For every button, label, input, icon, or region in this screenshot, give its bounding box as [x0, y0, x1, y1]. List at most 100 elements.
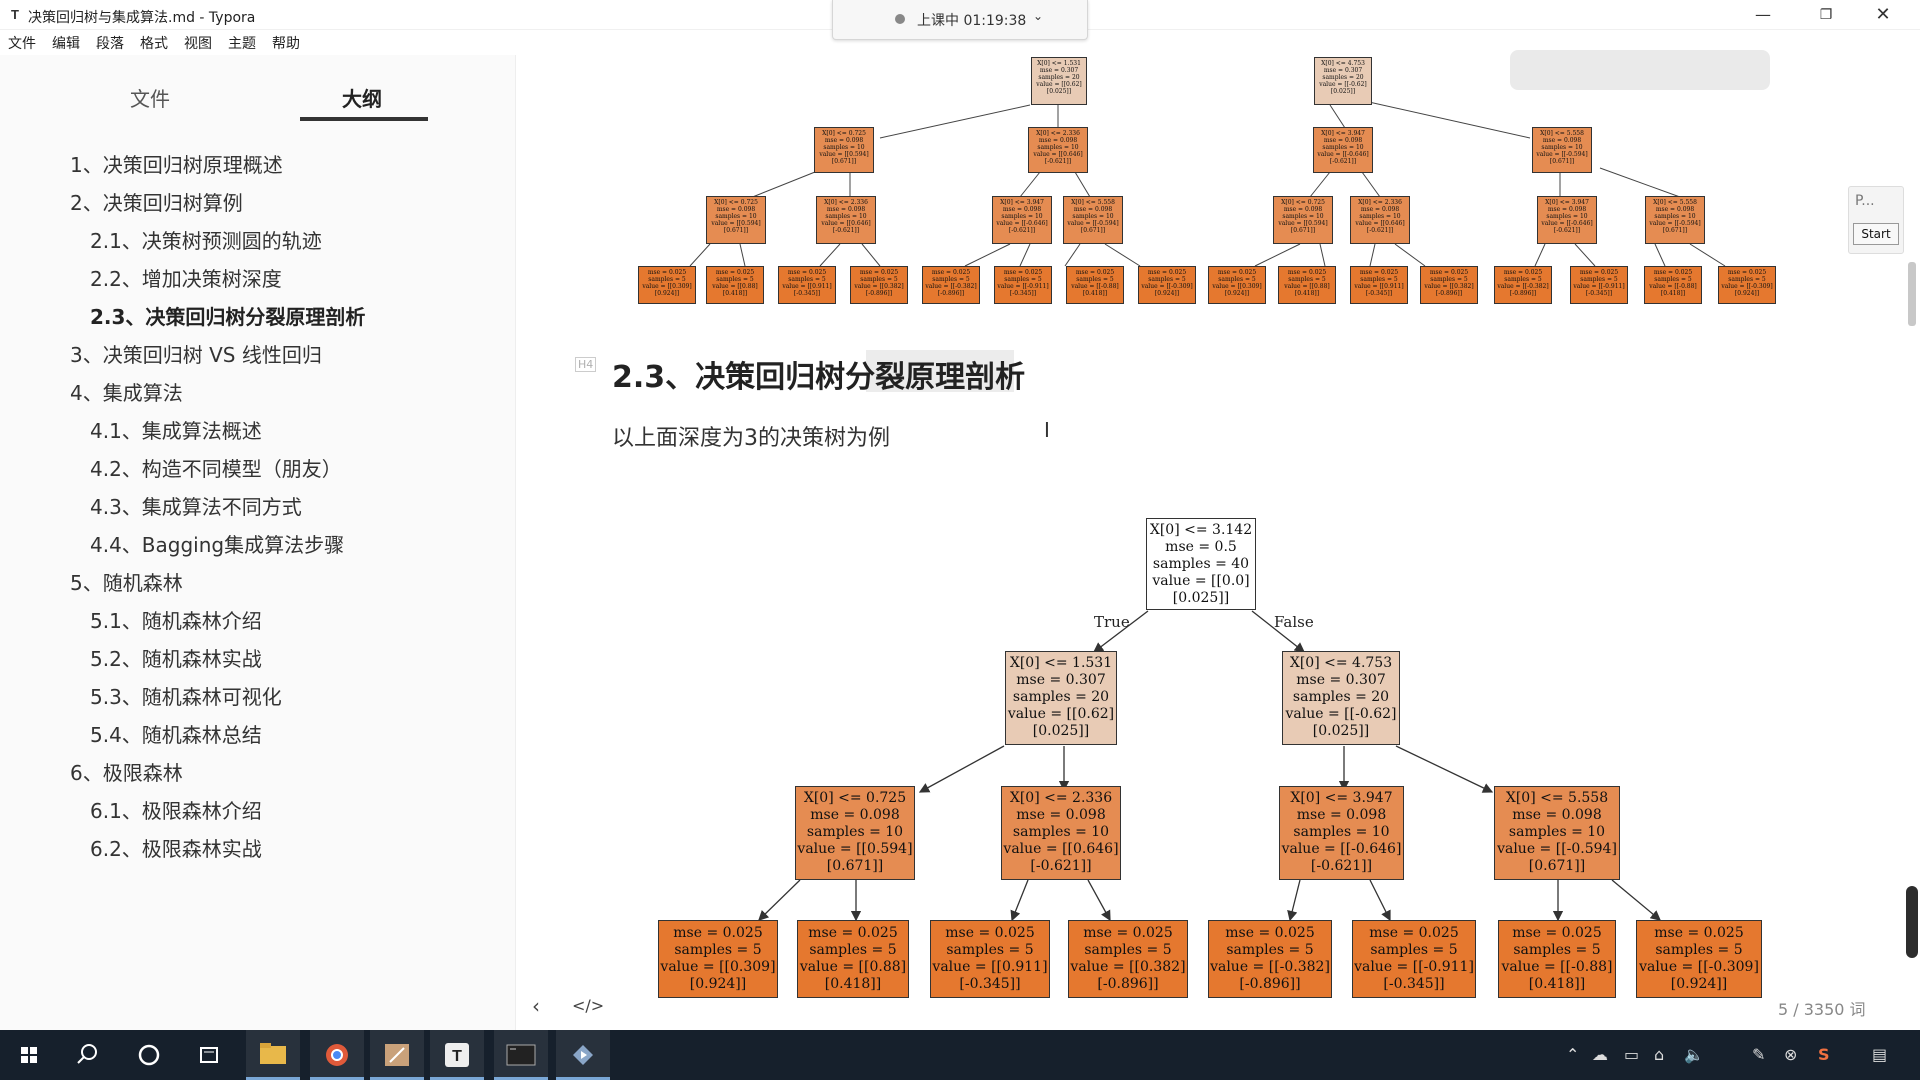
tab-files[interactable]: 文件	[130, 83, 170, 112]
chrome-icon[interactable]	[310, 1030, 364, 1080]
pen-icon[interactable]: ✎	[1752, 1045, 1765, 1064]
node-line: mse = 0.098	[1038, 137, 1078, 144]
node-line: samples = 5	[1655, 942, 1743, 958]
node-line: value = [[-0.382]	[925, 283, 977, 290]
node-line: X[0] <= 3.947	[1290, 790, 1393, 806]
outline-item[interactable]: 5.3、随机森林可视化	[90, 681, 282, 710]
node-line: value = [[0.911]	[932, 959, 1048, 975]
outline-item[interactable]: 4.4、Bagging集成算法步骤	[90, 529, 344, 558]
node-line: samples = 10	[1282, 213, 1324, 220]
node-line: samples = 5	[1288, 276, 1326, 283]
outline-item[interactable]: 6、极限森林	[70, 757, 183, 786]
outline-item[interactable]: 5、随机森林	[70, 567, 183, 596]
menu-theme[interactable]: 主题	[228, 33, 256, 53]
menu-edit[interactable]: 编辑	[52, 33, 80, 53]
edge-label-true: True	[1094, 613, 1130, 631]
node-line: mse = 0.025	[787, 269, 827, 276]
menu-file[interactable]: 文件	[8, 33, 36, 53]
outline-item[interactable]: 4.1、集成算法概述	[90, 415, 262, 444]
outline-item[interactable]: 2、决策回归树算例	[70, 187, 243, 216]
menu-help[interactable]: 帮助	[272, 33, 300, 53]
paragraph[interactable]: 以上面深度为3的决策树为例	[612, 420, 890, 452]
word-count[interactable]: 5 / 3350 词	[1778, 996, 1866, 1020]
status-icon[interactable]: ⊗	[1784, 1045, 1797, 1064]
node-line: value = [[-0.88]	[1071, 283, 1119, 290]
outline-item[interactable]: 6.1、极限森林介绍	[90, 795, 262, 824]
close-button[interactable]: ✕	[1860, 0, 1906, 30]
cloud-icon[interactable]: ☁	[1592, 1045, 1608, 1064]
node-line: [0.025]]	[1046, 88, 1072, 95]
node-line: [-0.345]]	[1009, 290, 1037, 297]
terminal-icon[interactable]	[494, 1030, 548, 1080]
node-line: [0.418]]	[1294, 290, 1320, 297]
start-button[interactable]: Start	[1853, 223, 1899, 245]
battery-icon[interactable]: ▭	[1624, 1045, 1639, 1064]
node-line: value = [[0.88]	[799, 959, 907, 975]
node-line: X[0] <= 1.531	[1009, 655, 1113, 671]
paint-icon[interactable]	[370, 1030, 424, 1080]
node-line: value = [[-0.382]	[1497, 283, 1549, 290]
task-view-icon[interactable]	[182, 1030, 236, 1080]
node-line: value = [[0.62]	[1007, 706, 1115, 722]
outline-item-active[interactable]: 2.3、决策回归树分裂原理剖析	[90, 301, 365, 330]
node-line: samples = 5	[716, 276, 754, 283]
outline-item[interactable]: 6.2、极限森林实战	[90, 833, 262, 862]
outline-item[interactable]: 4.3、集成算法不同方式	[90, 491, 302, 520]
node-line: X[0] <= 0.725	[1281, 199, 1325, 206]
outline-item[interactable]: 2.2、增加决策树深度	[90, 263, 282, 292]
node-line: X[0] <= 5.558	[1505, 790, 1609, 806]
typora-app-icon: T	[11, 7, 19, 22]
menu-paragraph[interactable]: 段落	[96, 33, 124, 53]
file-explorer-icon[interactable]	[246, 1030, 300, 1080]
menu-view[interactable]: 视图	[184, 33, 212, 53]
recording-status-pill[interactable]: 上课中 01:19:38 ⌄	[832, 0, 1088, 40]
node-line: mse = 0.025	[1003, 269, 1043, 276]
node-line: samples = 5	[1084, 942, 1172, 958]
tree-preview-leaf: mse = 0.025 samples = 5 value = [[-0.911][…	[994, 266, 1052, 304]
cortana-icon[interactable]	[122, 1030, 176, 1080]
node-line: mse = 0.307	[1039, 67, 1079, 74]
video-icon[interactable]	[556, 1030, 610, 1080]
section-heading[interactable]: 2.3、决策回归树分裂原理剖析	[612, 352, 1025, 396]
menu-format[interactable]: 格式	[140, 33, 168, 53]
outline-item[interactable]: 5.1、随机森林介绍	[90, 605, 262, 634]
vertical-scrollbar[interactable]	[1908, 262, 1916, 326]
tree-preview-node: X[0] <= 3.947 mse = 0.098 samples = 10 valu…	[1537, 196, 1597, 244]
node-line: [-0.896]]	[937, 290, 965, 297]
outline-item[interactable]: 3、决策回归树 VS 线性回归	[70, 339, 322, 368]
tab-outline[interactable]: 大纲	[342, 83, 382, 112]
tray-expand-icon[interactable]: ⌃	[1566, 1045, 1579, 1064]
input-method-icon[interactable]: S	[1818, 1045, 1830, 1064]
tree-preview-leaf: mse = 0.025 samples = 5 value = [[-0.309][…	[1138, 266, 1196, 304]
node-line: value = [[-0.646]	[996, 220, 1048, 227]
notification-icon[interactable]: ▤	[1872, 1045, 1887, 1064]
outline-item[interactable]: 5.4、随机森林总结	[90, 719, 262, 748]
chevron-down-icon[interactable]: ⌄	[1033, 9, 1043, 23]
node-line: mse = 0.025	[1429, 269, 1469, 276]
node-line: [-0.621]]	[1310, 858, 1373, 874]
outline-item[interactable]: 1、决策回归树原理概述	[70, 149, 283, 178]
typora-icon[interactable]: T	[430, 1030, 484, 1080]
chevron-left-icon[interactable]: ‹	[532, 994, 540, 1018]
node-line: [-0.621]]	[1008, 227, 1036, 234]
tree-preview-node: X[0] <= 2.336 mse = 0.098 samples = 10 valu…	[816, 196, 876, 244]
scroll-handle[interactable]	[1906, 886, 1918, 958]
node-line: X[0] <= 3.947	[1545, 199, 1589, 206]
outline-item[interactable]: 4、集成算法	[70, 377, 183, 406]
network-icon[interactable]: ⌂	[1654, 1045, 1664, 1064]
tree-preview-leaf: mse = 0.025 samples = 5 value = [[-0.911][…	[1570, 266, 1628, 304]
outline-item[interactable]: 5.2、随机森林实战	[90, 643, 262, 672]
node-line: samples = 10	[823, 144, 865, 151]
windows-icon[interactable]	[2, 1030, 56, 1080]
search-icon[interactable]	[62, 1030, 116, 1080]
outline-item[interactable]: 4.2、构造不同模型（朋友）	[90, 453, 342, 482]
outline-item[interactable]: 2.1、决策树预测圆的轨迹	[90, 225, 322, 254]
minimize-button[interactable]: —	[1740, 0, 1786, 30]
node-line: value = [[0.382]	[854, 283, 904, 290]
node-line: mse = 0.025	[945, 925, 1035, 941]
volume-icon[interactable]: 🔈	[1684, 1045, 1704, 1064]
tree-preview-leaf: mse = 0.025 samples = 5 value = [[-0.382][…	[922, 266, 980, 304]
source-code-toggle-icon[interactable]: </>	[572, 996, 604, 1015]
maximize-button[interactable]: ❐	[1803, 0, 1849, 30]
tree-preview-node: X[0] <= 5.558 mse = 0.098 samples = 10 valu…	[1645, 196, 1705, 244]
